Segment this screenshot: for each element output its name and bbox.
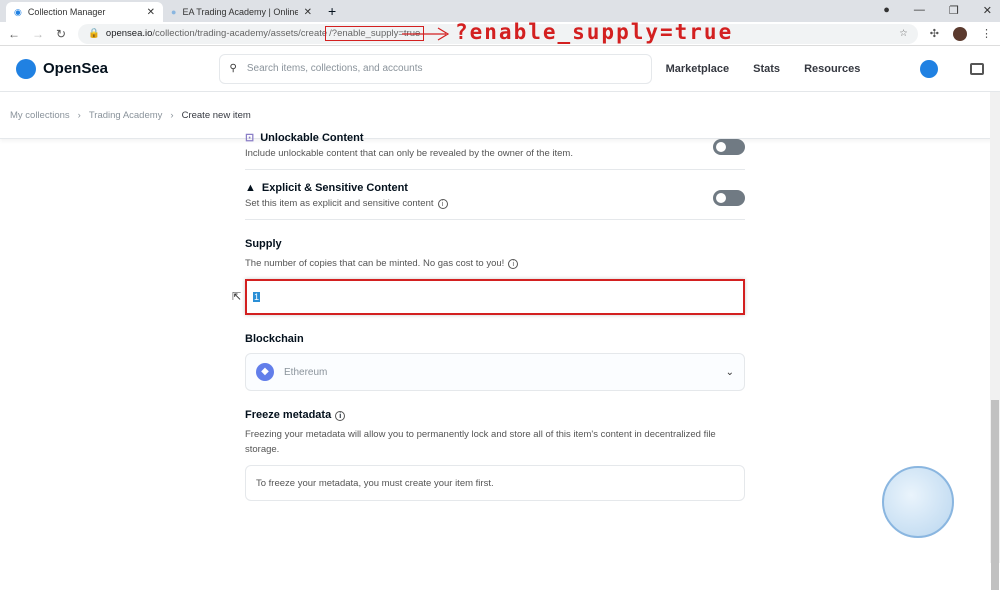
chevron-right-icon: › — [77, 109, 81, 121]
close-tab-icon[interactable]: ✕ — [304, 7, 312, 18]
close-window-button[interactable]: ✕ — [983, 4, 992, 17]
explicit-toggle[interactable] — [713, 190, 745, 206]
minimize-button[interactable]: — — [914, 4, 925, 17]
breadcrumb-my-collections[interactable]: My collections — [10, 110, 70, 121]
breadcrumb-current: Create new item — [181, 109, 251, 121]
tab-collection-manager[interactable]: ◉ Collection Manager ✕ — [6, 2, 163, 22]
opensea-favicon-icon: ◉ — [14, 6, 22, 17]
close-tab-icon[interactable]: ✕ — [147, 7, 155, 18]
unlockable-toggle[interactable] — [713, 139, 745, 155]
mouse-cursor-icon: ⇱ — [232, 291, 242, 303]
extensions-icon[interactable]: ✣ — [930, 27, 939, 40]
breadcrumb-trading-academy[interactable]: Trading Academy — [89, 110, 163, 121]
globe-watermark-icon — [882, 466, 954, 538]
opensea-logo[interactable]: OpenSea — [16, 58, 219, 79]
wallet-icon[interactable] — [970, 62, 984, 75]
nav-marketplace[interactable]: Marketplace — [666, 63, 730, 75]
ethereum-icon: ◆ — [256, 363, 274, 381]
reload-icon[interactable]: ↻ — [56, 27, 66, 41]
scrollbar-thumb[interactable] — [991, 400, 999, 590]
create-item-form: ⊡ Unlockable Content Include unlockable c… — [245, 132, 745, 501]
search-input[interactable]: ⚲ Search items, collections, and accounts — [218, 53, 652, 84]
info-icon[interactable]: i — [335, 411, 346, 421]
freeze-metadata-note: To freeze your metadata, you must create… — [245, 465, 745, 501]
warning-icon: ▲ — [245, 182, 256, 194]
freeze-metadata-section: Freeze metadata i Freezing your metadata … — [245, 409, 745, 501]
info-icon[interactable]: i — [508, 259, 519, 269]
globe-favicon-icon: ● — [171, 7, 177, 17]
maximize-button[interactable]: ❐ — [949, 4, 959, 17]
avatar[interactable] — [953, 26, 967, 41]
supply-input[interactable]: 1 — [245, 279, 745, 315]
annotation-text: ?enable_supply=true — [455, 20, 734, 44]
profile-avatar[interactable] — [920, 59, 939, 78]
nav-stats[interactable]: Stats — [753, 63, 780, 75]
info-icon[interactable]: i — [437, 199, 448, 209]
profile-menu-icon[interactable]: ● — [883, 4, 890, 17]
annotation-arrow — [402, 27, 450, 41]
blockchain-section: Blockchain ◆ Ethereum ⌄ — [245, 333, 745, 391]
blockchain-select[interactable]: ◆ Ethereum ⌄ — [245, 353, 745, 391]
new-tab-button[interactable]: + — [328, 3, 336, 19]
lock-icon: 🔒 — [88, 28, 100, 39]
back-icon[interactable]: ← — [8, 27, 20, 41]
unlockable-icon: ⊡ — [245, 132, 255, 144]
chevron-right-icon: › — [170, 109, 174, 121]
menu-dots-icon[interactable]: ⋮ — [981, 27, 992, 40]
search-icon: ⚲ — [229, 63, 237, 74]
forward-icon[interactable]: → — [32, 27, 44, 41]
top-nav: OpenSea ⚲ Search items, collections, and … — [0, 46, 1000, 92]
tab-bar: ◉ Collection Manager ✕ ● EA Trading Academy… — [0, 0, 1000, 22]
chevron-down-icon: ⌄ — [725, 366, 734, 378]
opensea-logo-icon — [16, 58, 36, 79]
bookmark-star-icon[interactable]: ☆ — [899, 28, 908, 39]
nav-resources[interactable]: Resources — [804, 63, 860, 75]
tab-ea-trading[interactable]: ●EA Trading Academy | Online Co✕ — [163, 2, 320, 22]
scrollbar[interactable] — [990, 92, 1000, 590]
supply-section: Supply The number of copies that can be … — [245, 238, 745, 315]
explicit-content-row: ▲ Explicit & Sensitive Content Set this i… — [245, 170, 745, 220]
unlockable-content-row: ⊡ Unlockable Content Include unlockable c… — [245, 131, 745, 170]
